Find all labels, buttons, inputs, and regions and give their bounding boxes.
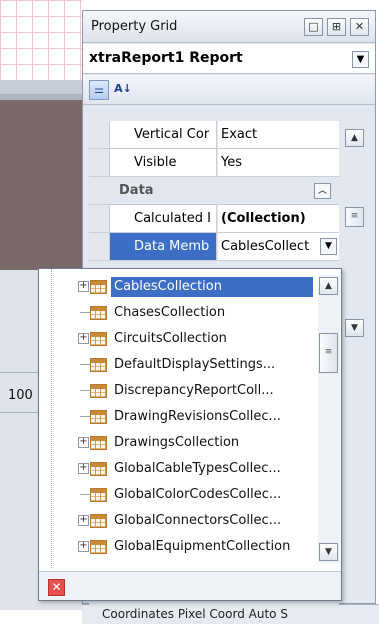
data-member-dropdown: + CablesCollection ChasesCollection + Ci…: [38, 268, 342, 601]
list-item[interactable]: GlobalColorCodesCollec...: [39, 483, 319, 507]
ruler-strip: [0, 80, 82, 94]
property-value[interactable]: Exact: [218, 121, 339, 148]
property-row[interactable]: Calculated I (Collection): [89, 205, 339, 233]
table-icon: [90, 358, 107, 372]
list-item-label: GlobalCableTypesCollec...: [114, 461, 281, 476]
table-icon: [90, 384, 107, 398]
table-icon: [90, 540, 107, 554]
selected-object-label: xtraReport1 Report: [89, 50, 243, 66]
object-selector[interactable]: xtraReport1 Report ▼: [83, 44, 375, 74]
close-icon[interactable]: ✕: [48, 579, 65, 596]
list-item-label: CablesCollection: [111, 277, 313, 297]
list-item-label: DefaultDisplaySettings...: [114, 357, 276, 372]
table-icon: [90, 488, 107, 502]
property-row[interactable]: Vertical Cor Exact: [89, 121, 339, 149]
property-row-selected[interactable]: Data Memb CablesCollect ▼: [89, 233, 339, 261]
list-item-label: GlobalConnectorsCollec...: [114, 513, 282, 528]
property-grid-toolbar: ⚌ A↓: [83, 75, 375, 105]
list-item[interactable]: + GlobalCableTypesCollec...: [39, 457, 319, 481]
scroll-thumb[interactable]: ≡: [345, 207, 364, 227]
background-band: [0, 100, 82, 270]
list-item-label: DrawingsCollection: [114, 435, 240, 450]
property-grid-scrollbar[interactable]: ▲ ≡ ▼: [345, 115, 369, 343]
table-icon: [90, 514, 107, 528]
categorized-view-button[interactable]: ⚌: [89, 80, 109, 100]
table-icon: [90, 280, 107, 294]
list-item[interactable]: ChasesCollection: [39, 301, 319, 325]
chevron-down-icon[interactable]: ▼: [352, 51, 369, 68]
scroll-down-icon[interactable]: ▼: [319, 543, 338, 561]
chevron-down-icon[interactable]: ▼: [320, 238, 337, 255]
expand-icon[interactable]: +: [78, 541, 89, 552]
list-item[interactable]: + DrawingsCollection: [39, 431, 319, 455]
category-label: Data: [119, 183, 154, 198]
property-value[interactable]: Yes: [218, 149, 339, 176]
property-name: Visible: [109, 149, 217, 176]
property-grid-titlebar: Property Grid □ ⊞ ✕: [83, 11, 375, 43]
scroll-up-icon[interactable]: ▲: [319, 277, 338, 295]
scroll-down-icon[interactable]: ▼: [345, 319, 364, 337]
table-icon: [90, 436, 107, 450]
property-row[interactable]: Visible Yes: [89, 149, 339, 177]
category-data[interactable]: Data ︿: [89, 177, 339, 205]
list-item-label: GlobalEquipmentCollection: [114, 539, 291, 554]
property-name: Data Memb: [109, 233, 217, 260]
scroll-up-icon[interactable]: ▲: [345, 129, 364, 147]
list-item-label: DiscrepancyReportColl...: [114, 383, 274, 398]
list-item-label: CircuitsCollection: [114, 331, 227, 346]
property-value[interactable]: (Collection): [218, 205, 339, 232]
expand-icon[interactable]: +: [78, 437, 89, 448]
expand-icon[interactable]: +: [78, 333, 89, 344]
status-bar: Coordinates Pixel Coord Auto S: [82, 604, 379, 624]
table-icon: [90, 332, 107, 346]
expand-icon[interactable]: +: [78, 463, 89, 474]
dropdown-scrollbar[interactable]: ▲ ≡ ▼: [318, 275, 340, 563]
panel-title: Property Grid: [91, 19, 178, 34]
list-item-label: GlobalColorCodesCollec...: [114, 487, 282, 502]
list-item[interactable]: + CablesCollection: [39, 275, 319, 299]
list-item[interactable]: + GlobalConnectorsCollec...: [39, 509, 319, 533]
zoom-value: 100: [8, 388, 33, 403]
list-item[interactable]: DrawingRevisionsCollec...: [39, 405, 319, 429]
expand-icon[interactable]: +: [78, 281, 89, 292]
pin-button[interactable]: ⊞: [327, 18, 346, 36]
list-item[interactable]: DiscrepancyReportColl...: [39, 379, 319, 403]
list-item-label: DrawingRevisionsCollec...: [114, 409, 281, 424]
table-icon: [90, 462, 107, 476]
dropdown-footer: ✕: [39, 571, 341, 600]
list-item[interactable]: + GlobalEquipmentCollection: [39, 535, 319, 559]
scroll-thumb[interactable]: ≡: [319, 333, 338, 373]
table-icon: [90, 410, 107, 424]
list-item[interactable]: DefaultDisplaySettings...: [39, 353, 319, 377]
float-button[interactable]: □: [304, 18, 323, 36]
list-item[interactable]: + CircuitsCollection: [39, 327, 319, 351]
report-design-surface: [0, 0, 82, 80]
property-name: Calculated I: [109, 205, 217, 232]
expand-icon[interactable]: +: [78, 515, 89, 526]
list-item-label: ChasesCollection: [114, 305, 226, 320]
property-name: Vertical Cor: [109, 121, 217, 148]
table-icon: [90, 306, 107, 320]
close-panel-button[interactable]: ✕: [350, 18, 369, 36]
collapse-icon[interactable]: ︿: [314, 183, 331, 199]
alphabetical-sort-button[interactable]: A↓: [113, 80, 133, 100]
